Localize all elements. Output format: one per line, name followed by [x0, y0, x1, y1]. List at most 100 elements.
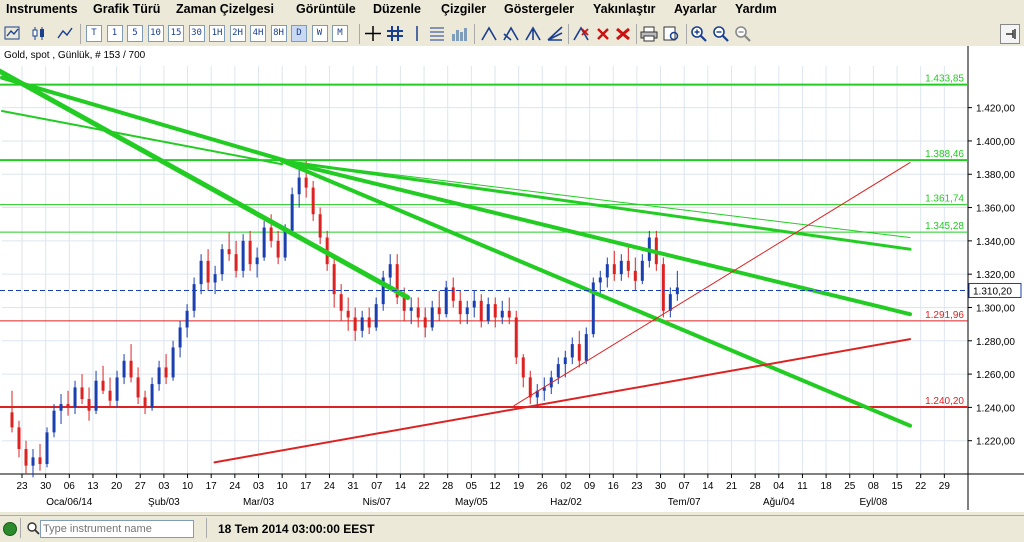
candle-body	[633, 270, 637, 281]
timeframe-button-t[interactable]: T	[86, 25, 102, 42]
status-datetime: 18 Tem 2014 03:00:00 EEST	[218, 522, 375, 536]
menu-d-zenle[interactable]: Düzenle	[373, 2, 421, 16]
candle-body	[10, 412, 14, 428]
candle-body	[353, 317, 357, 331]
print-icon[interactable]	[640, 25, 658, 42]
candle-body	[437, 307, 441, 315]
candlestick-chart-icon[interactable]	[30, 25, 48, 42]
x-tick-label: 19	[513, 481, 525, 492]
dock-panel-button[interactable]	[1000, 24, 1020, 44]
candle-body	[409, 307, 413, 311]
print-preview-icon[interactable]	[662, 25, 680, 42]
menu-zaman-izelgesi[interactable]: Zaman Çizelgesi	[176, 2, 274, 16]
x-tick-label: 03	[158, 481, 170, 492]
x-tick-label: 28	[442, 481, 454, 492]
x-tick-label: 09	[584, 481, 596, 492]
candle-body	[234, 254, 238, 271]
instrument-search-input[interactable]	[40, 520, 194, 538]
x-tick-label: 12	[489, 481, 501, 492]
timeframe-button-2h[interactable]: 2H	[229, 25, 246, 42]
timeframe-button-8h[interactable]: 8H	[270, 25, 287, 42]
x-month-label: Ağu/04	[763, 497, 795, 508]
line-chart-icon[interactable]	[56, 25, 74, 42]
vertical-line-icon[interactable]	[408, 25, 426, 42]
zoom-reset-icon[interactable]	[734, 25, 752, 42]
channel-icon[interactable]	[502, 25, 520, 42]
candle-body	[304, 177, 308, 188]
menu-yard-m[interactable]: Yardım	[735, 2, 777, 16]
x-tick-label: 02	[560, 481, 572, 492]
crosshair-icon[interactable]	[364, 25, 382, 42]
y-tick-label: 1.420,00	[976, 104, 1015, 115]
instrument-open-icon[interactable]	[4, 25, 22, 42]
timeframe-button-5[interactable]: 5	[127, 25, 143, 42]
candle-body	[598, 277, 602, 283]
chart-area[interactable]: 1.220,00 1.240,00 1.260,00 1.280,00 1.300,00…	[0, 46, 1024, 512]
timeframe-button-w[interactable]: W	[311, 25, 328, 42]
pitchfork-icon[interactable]	[524, 25, 542, 42]
x-tick-label: 17	[206, 481, 218, 492]
candle-body	[262, 227, 266, 258]
delete-all-icon[interactable]	[614, 25, 632, 42]
x-tick-label: 07	[679, 481, 691, 492]
candle-body	[171, 347, 175, 378]
timeframe-button-m[interactable]: M	[332, 25, 348, 42]
y-tick-label: 1.340,00	[976, 237, 1015, 248]
timeframe-button-d[interactable]: D	[291, 25, 307, 42]
candle-body	[493, 304, 497, 318]
candle-body	[248, 240, 252, 265]
close-icon[interactable]	[594, 25, 612, 42]
candle-body	[584, 334, 588, 361]
connection-status-icon	[3, 522, 17, 536]
volume-bars-icon[interactable]	[450, 25, 468, 42]
x-month-label: Haz/02	[550, 497, 582, 508]
candle-body	[192, 284, 196, 311]
x-month-label: Tem/07	[668, 497, 701, 508]
x-tick-label: 24	[324, 481, 336, 492]
gann-fan-icon[interactable]	[546, 25, 564, 42]
grid-icon[interactable]	[386, 25, 404, 42]
menu-ayarlar[interactable]: Ayarlar	[674, 2, 717, 16]
timeframe-button-30[interactable]: 30	[188, 25, 205, 42]
trendline	[213, 338, 912, 464]
x-tick-label: 23	[631, 481, 643, 492]
menu-g-r-nt-le[interactable]: Görüntüle	[296, 2, 356, 16]
candle-body	[465, 307, 469, 315]
trendline-icon[interactable]	[480, 25, 498, 42]
timeframe-button-1h[interactable]: 1H	[209, 25, 225, 42]
delete-drawing-icon[interactable]	[572, 25, 590, 42]
x-tick-label: 10	[182, 481, 194, 492]
menu-grafik-t-r-[interactable]: Grafik Türü	[93, 2, 160, 16]
menu-g-stergeler[interactable]: Göstergeler	[504, 2, 574, 16]
pin-icon	[1006, 29, 1016, 39]
x-month-label: Mar/03	[243, 497, 275, 508]
x-tick-label: 14	[702, 481, 714, 492]
candle-body	[122, 360, 126, 378]
candle-body	[115, 377, 119, 401]
x-tick-label: 21	[726, 481, 738, 492]
timeframe-button-1[interactable]: 1	[106, 25, 123, 42]
menu-instruments[interactable]: Instruments	[6, 2, 78, 16]
fibonacci-icon[interactable]	[428, 25, 446, 42]
y-tick-label: 1.240,00	[976, 403, 1015, 414]
candle-body	[507, 310, 511, 318]
timeframe-button-15[interactable]: 15	[168, 25, 184, 42]
candle-body	[451, 287, 455, 301]
candlestick-chart[interactable]: 1.220,00 1.240,00 1.260,00 1.280,00 1.300,00…	[0, 46, 1024, 512]
candle-body	[66, 404, 70, 408]
candle-body	[185, 310, 189, 328]
candle-body	[612, 264, 616, 275]
x-tick-label: 30	[40, 481, 52, 492]
x-month-label: May/05	[455, 497, 488, 508]
zoom-out-icon[interactable]	[712, 25, 730, 42]
menu-yak-nla-t-r[interactable]: Yakınlaştır	[593, 2, 656, 16]
menu--izgiler[interactable]: Çizgiler	[441, 2, 486, 16]
candle-body	[290, 194, 294, 231]
timeframe-button-10[interactable]: 10	[147, 25, 164, 42]
candle-body	[269, 227, 273, 241]
timeframe-button-4h[interactable]: 4H	[250, 25, 266, 42]
zoom-in-icon[interactable]	[690, 25, 708, 42]
candle-body	[374, 304, 378, 328]
candle-body	[626, 260, 630, 271]
candle-body	[31, 457, 35, 466]
